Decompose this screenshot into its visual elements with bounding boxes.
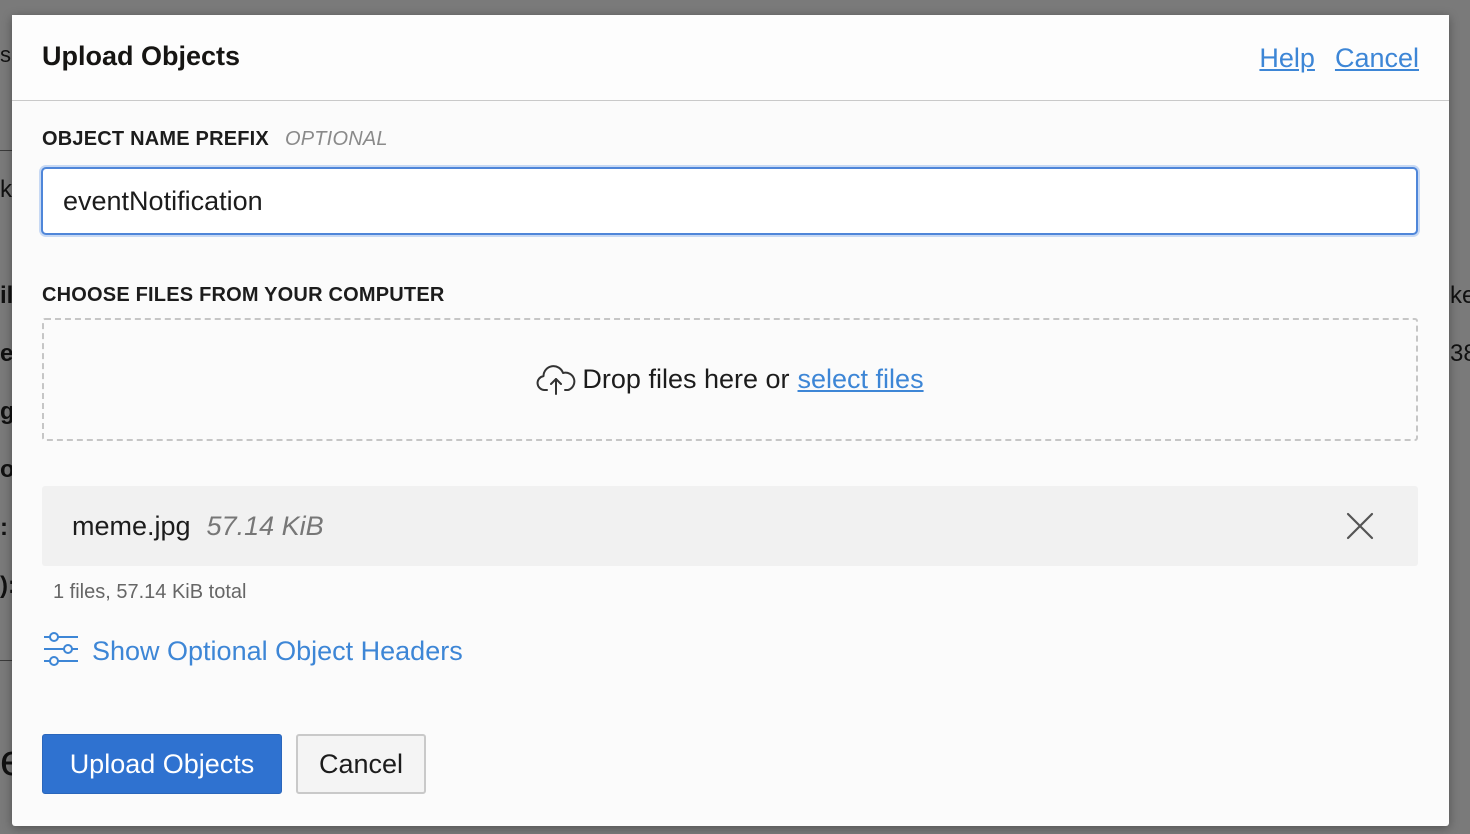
close-icon <box>1346 512 1374 540</box>
help-link[interactable]: Help <box>1259 43 1315 74</box>
dropzone-text: Drop files here or <box>582 364 790 394</box>
prefix-label: OBJECT NAME PREFIX OPTIONAL <box>42 128 388 151</box>
background-fragment: k <box>0 176 12 203</box>
upload-objects-dialog: Upload Objects Help Cancel OBJECT NAME P… <box>12 15 1449 826</box>
optional-headers-label: Show Optional Object Headers <box>92 636 463 666</box>
upload-objects-button[interactable]: Upload Objects <box>42 734 282 794</box>
select-files-link[interactable]: select files <box>798 364 924 395</box>
cancel-button[interactable]: Cancel <box>296 734 426 794</box>
optional-tag: OPTIONAL <box>284 128 388 150</box>
file-summary: 1 files, 57.14 KiB total <box>53 581 247 603</box>
show-optional-headers-link[interactable]: Show Optional Object Headers <box>42 630 463 673</box>
header-cancel-link[interactable]: Cancel <box>1335 43 1419 74</box>
background-fragment: ke <box>1450 282 1470 309</box>
file-size: 57.14 KiB <box>206 510 324 541</box>
header-links: Help Cancel <box>1259 43 1419 74</box>
object-name-prefix-input[interactable] <box>41 167 1418 235</box>
cloud-upload-icon <box>536 364 576 396</box>
dialog-header: Upload Objects Help Cancel <box>12 15 1449 101</box>
remove-file-button[interactable] <box>1344 510 1376 542</box>
file-dropzone[interactable]: Drop files here or select files <box>42 318 1418 441</box>
background-fragment: 38 <box>1450 340 1470 367</box>
sliders-icon <box>42 630 80 673</box>
file-list-item: meme.jpg 57.14 KiB <box>42 486 1418 566</box>
file-name: meme.jpg <box>72 510 191 541</box>
background-divider <box>0 150 12 151</box>
background-fragment: : <box>0 514 8 541</box>
dialog-title: Upload Objects <box>42 41 241 71</box>
background-divider <box>0 660 12 661</box>
prefix-label-text: OBJECT NAME PREFIX <box>42 128 269 150</box>
choose-files-label: CHOOSE FILES FROM YOUR COMPUTER <box>42 284 445 306</box>
